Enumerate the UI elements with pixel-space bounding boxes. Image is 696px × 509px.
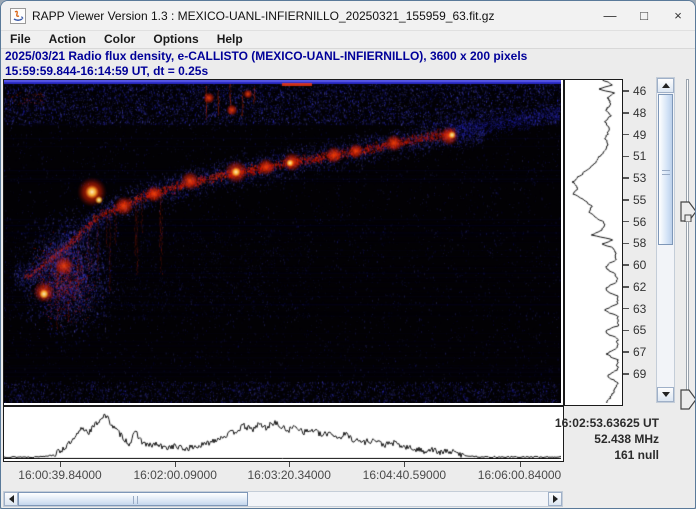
tick-mark (623, 134, 629, 136)
tick-mark (623, 199, 629, 201)
tick-mark (623, 156, 629, 158)
close-button[interactable]: × (661, 1, 695, 30)
freq-tick-67: 67 (623, 345, 646, 359)
observation-info: 2025/03/21 Radio flux density, e-CALLIST… (5, 49, 645, 79)
freq-tick-label: 69 (633, 367, 646, 381)
menu-bar: FileActionColorOptionsHelp (1, 31, 695, 49)
menu-item-help[interactable]: Help (208, 31, 252, 48)
time-profile-panel (3, 406, 564, 462)
freq-tick-label: 56 (633, 215, 646, 229)
down-arrow-icon (662, 392, 670, 397)
frequency-profile-panel (564, 79, 623, 406)
tick-mark (623, 308, 629, 310)
freq-tick-58: 58 (623, 236, 646, 250)
scroll-down-button[interactable] (657, 387, 674, 402)
freq-tick-label: 62 (633, 280, 646, 294)
freq-tick-label: 55 (633, 193, 646, 207)
time-tick-mark (60, 462, 61, 467)
tick-mark (623, 373, 629, 375)
freq-tick-51: 51 (623, 149, 646, 163)
frequency-zoom-slider[interactable] (680, 79, 696, 411)
cursor-frequency: 52.438 MHz (555, 431, 659, 447)
thumb-grip-icon (133, 496, 138, 504)
observation-info-line1: 2025/03/21 Radio flux density, e-CALLIST… (5, 49, 645, 64)
tick-mark (623, 112, 629, 114)
freq-tick-60: 60 (623, 258, 646, 272)
java-icon (10, 8, 26, 24)
freq-tick-label: 65 (633, 323, 646, 337)
horizontal-scrollbar[interactable] (3, 491, 563, 507)
menu-item-options[interactable]: Options (144, 31, 207, 48)
time-tick-mark (404, 462, 405, 467)
time-tick-label: 16:00:39.84000 (5, 468, 115, 482)
freq-tick-55: 55 (623, 193, 646, 207)
time-tick-label: 16:06:00.84000 (465, 468, 575, 482)
freq-tick-49: 49 (623, 128, 646, 142)
thumb-grip-icon (662, 170, 670, 175)
spectrogram-image[interactable] (4, 80, 561, 403)
cursor-readout: 16:02:53.63625 UT 52.438 MHz 161 null (555, 415, 659, 463)
tick-mark (623, 286, 629, 288)
freq-tick-65: 65 (623, 323, 646, 337)
horizontal-scrollbar-thumb[interactable] (18, 492, 248, 506)
window-title: RAPP Viewer Version 1.3 : MEXICO-UANL-IN… (32, 9, 494, 23)
app-window: RAPP Viewer Version 1.3 : MEXICO-UANL-IN… (0, 0, 696, 509)
up-arrow-icon (662, 83, 670, 88)
spectrogram-panel[interactable] (3, 79, 564, 406)
slider-track[interactable] (686, 79, 689, 409)
freq-tick-label: 46 (633, 84, 646, 98)
title-bar[interactable]: RAPP Viewer Version 1.3 : MEXICO-UANL-IN… (1, 1, 695, 31)
time-tick-mark (289, 462, 290, 467)
scroll-up-button[interactable] (657, 78, 674, 93)
time-tick-mark (175, 462, 176, 467)
freq-tick-53: 53 (623, 171, 646, 185)
vertical-scrollbar[interactable] (656, 77, 675, 403)
freq-tick-69: 69 (623, 367, 646, 381)
tick-mark (623, 177, 629, 179)
freq-tick-label: 49 (633, 128, 646, 142)
time-profile-plot (4, 407, 561, 459)
slider-upper-thumb[interactable] (680, 201, 696, 222)
freq-tick-62: 62 (623, 280, 646, 294)
freq-tick-48: 48 (623, 106, 646, 120)
time-tick-label: 16:03:20.34000 (234, 468, 344, 482)
freq-tick-63: 63 (623, 302, 646, 316)
freq-tick-label: 51 (633, 149, 646, 163)
freq-tick-label: 60 (633, 258, 646, 272)
menu-item-action[interactable]: Action (40, 31, 95, 48)
time-tick-label: 16:04:40.59000 (349, 468, 459, 482)
maximize-button[interactable]: □ (627, 1, 661, 30)
menu-item-color[interactable]: Color (95, 31, 144, 48)
freq-tick-label: 53 (633, 171, 646, 185)
freq-tick-label: 67 (633, 345, 646, 359)
slider-lower-thumb[interactable] (680, 389, 696, 410)
menu-item-file[interactable]: File (1, 31, 40, 48)
vertical-scrollbar-thumb[interactable] (658, 94, 673, 245)
freq-tick-label: 63 (633, 302, 646, 316)
time-tick-label: 16:02:00.09000 (120, 468, 230, 482)
tick-mark (623, 90, 629, 92)
tick-mark (623, 330, 629, 332)
freq-tick-46: 46 (623, 84, 646, 98)
frequency-profile-plot (565, 80, 620, 403)
tick-mark (623, 243, 629, 245)
time-tick-mark (520, 462, 521, 467)
scroll-right-button[interactable] (548, 492, 562, 506)
scroll-left-button[interactable] (4, 492, 18, 506)
cursor-value: 161 null (555, 447, 659, 463)
tick-mark (623, 264, 629, 266)
cursor-time: 16:02:53.63625 UT (555, 415, 659, 431)
minimize-button[interactable]: — (593, 1, 627, 30)
tick-mark (623, 221, 629, 223)
freq-tick-label: 58 (633, 236, 646, 250)
freq-tick-56: 56 (623, 215, 646, 229)
freq-tick-label: 48 (633, 106, 646, 120)
tick-mark (623, 351, 629, 353)
observation-info-line2: 15:59:59.844-16:14:59 UT, dt = 0.25s (5, 64, 645, 79)
left-arrow-icon (9, 495, 14, 503)
right-arrow-icon (553, 495, 558, 503)
